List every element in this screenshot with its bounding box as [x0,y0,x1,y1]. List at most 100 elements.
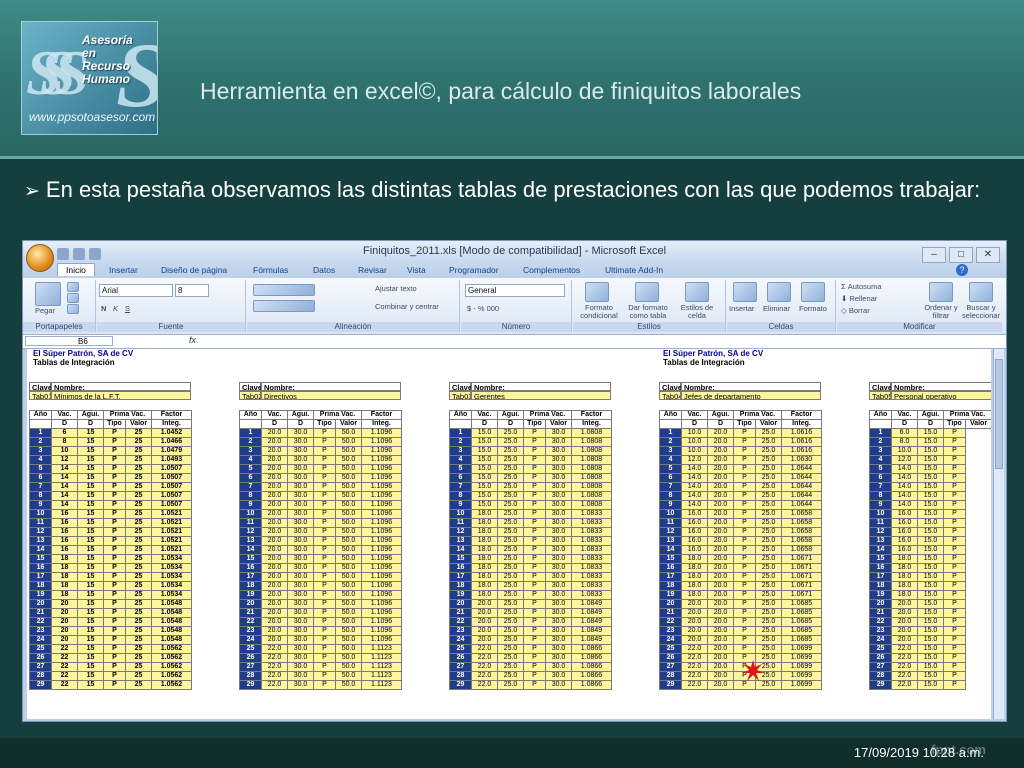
value-cell[interactable]: 18.0 [681,554,708,564]
value-cell[interactable]: 20.0 [707,590,734,600]
value-cell[interactable]: 50.0 [335,455,362,465]
value-cell[interactable]: P [103,473,126,483]
value-cell[interactable]: 30.0 [545,671,572,681]
value-cell[interactable]: 16.0 [681,527,708,537]
year-cell[interactable]: 6 [869,473,892,483]
value-cell[interactable]: 10.0 [681,428,708,438]
value-cell[interactable]: P [103,581,126,591]
cell-styles-button[interactable]: Estilos de celda [675,304,719,320]
value-cell[interactable]: 25.0 [497,590,524,600]
value-cell[interactable]: P [733,482,756,492]
year-cell[interactable]: 10 [239,509,262,519]
value-cell[interactable]: P [313,437,336,447]
conditional-format-button[interactable]: Formato condicional [577,304,621,320]
value-cell[interactable]: 8.0 [891,437,918,447]
value-cell[interactable]: 1.0534 [151,563,192,573]
value-cell[interactable]: 15.0 [917,428,944,438]
value-cell[interactable]: 15 [77,500,104,510]
align-left-icon[interactable] [253,300,315,312]
value-cell[interactable]: 30.0 [287,680,314,690]
value-cell[interactable]: P [103,617,126,627]
value-cell[interactable]: 10.0 [681,446,708,456]
value-cell[interactable]: 30.0 [287,599,314,609]
year-cell[interactable]: 24 [29,635,52,645]
value-cell[interactable]: 1.0833 [571,527,612,537]
nombre-value[interactable]: Personal operativo [891,391,991,400]
year-cell[interactable]: 1 [239,428,262,438]
value-cell[interactable]: 30.0 [545,644,572,654]
value-cell[interactable]: 30.0 [287,545,314,555]
value-cell[interactable]: 15 [77,455,104,465]
year-cell[interactable]: 21 [449,608,472,618]
value-cell[interactable]: 30.0 [545,581,572,591]
year-cell[interactable]: 29 [29,680,52,690]
font-name-select[interactable]: Arial [99,284,173,297]
year-cell[interactable]: 19 [659,590,682,600]
value-cell[interactable]: 25.0 [755,581,782,591]
year-cell[interactable]: 4 [449,455,472,465]
value-cell[interactable]: 18.0 [471,590,498,600]
value-cell[interactable]: 22 [51,653,78,663]
value-cell[interactable]: 1.0671 [781,581,822,591]
year-cell[interactable]: 5 [29,464,52,474]
value-cell[interactable]: 20.0 [261,626,288,636]
nombre-value[interactable]: Jefes de departamento [681,391,821,400]
value-cell[interactable]: 1.0548 [151,617,192,627]
value-cell[interactable]: 15.0 [471,500,498,510]
value-cell[interactable]: 1.1096 [361,464,402,474]
value-cell[interactable]: 25.0 [755,644,782,654]
number-format-select[interactable]: General [465,284,565,297]
value-cell[interactable]: P [313,482,336,492]
value-cell[interactable]: 25.0 [755,509,782,519]
value-cell[interactable]: 20.0 [707,536,734,546]
value-cell[interactable]: P [523,662,546,672]
italic-button[interactable]: K [113,304,118,313]
value-cell[interactable]: 20.0 [261,527,288,537]
value-cell[interactable]: 25.0 [755,590,782,600]
year-cell[interactable]: 18 [659,581,682,591]
value-cell[interactable]: 25 [125,671,152,681]
value-cell[interactable]: 1.0658 [781,527,822,537]
clave-header[interactable]: Clave [869,382,892,392]
value-cell[interactable]: 18.0 [891,572,918,582]
value-cell[interactable]: P [313,581,336,591]
value-cell[interactable]: 1.1096 [361,545,402,555]
year-cell[interactable]: 22 [29,617,52,627]
value-cell[interactable]: P [523,428,546,438]
value-cell[interactable]: 15.0 [917,527,944,537]
value-cell[interactable]: 25.0 [497,455,524,465]
year-cell[interactable]: 6 [239,473,262,483]
value-cell[interactable]: 30.0 [545,509,572,519]
value-cell[interactable]: 15 [77,635,104,645]
value-cell[interactable]: 50.0 [335,482,362,492]
value-cell[interactable]: 1.0849 [571,617,612,627]
value-cell[interactable]: 25.0 [497,464,524,474]
value-cell[interactable]: 25 [125,464,152,474]
value-cell[interactable]: 30.0 [287,509,314,519]
value-cell[interactable]: P [943,527,966,537]
value-cell[interactable]: 50.0 [335,473,362,483]
value-cell[interactable]: 18.0 [681,563,708,573]
format-cells-button[interactable]: Formato [799,304,827,313]
value-cell[interactable]: 18.0 [891,563,918,573]
value-cell[interactable]: P [943,671,966,681]
year-cell[interactable]: 20 [29,599,52,609]
year-cell[interactable]: 28 [869,671,892,681]
value-cell[interactable]: 1.0833 [571,572,612,582]
year-cell[interactable]: 9 [659,500,682,510]
value-cell[interactable]: 20.0 [471,635,498,645]
value-cell[interactable]: 50.0 [335,446,362,456]
value-cell[interactable]: P [523,518,546,528]
year-cell[interactable]: 2 [29,437,52,447]
value-cell[interactable]: 50.0 [335,635,362,645]
value-cell[interactable]: 25 [125,446,152,456]
value-cell[interactable]: 1.0644 [781,464,822,474]
value-cell[interactable]: 25.0 [497,428,524,438]
value-cell[interactable]: 15 [77,653,104,663]
value-cell[interactable]: P [943,662,966,672]
value-cell[interactable]: P [103,446,126,456]
maximize-button[interactable]: □ [949,247,973,263]
year-cell[interactable]: 21 [659,608,682,618]
value-cell[interactable]: 20.0 [707,599,734,609]
value-cell[interactable]: P [523,464,546,474]
